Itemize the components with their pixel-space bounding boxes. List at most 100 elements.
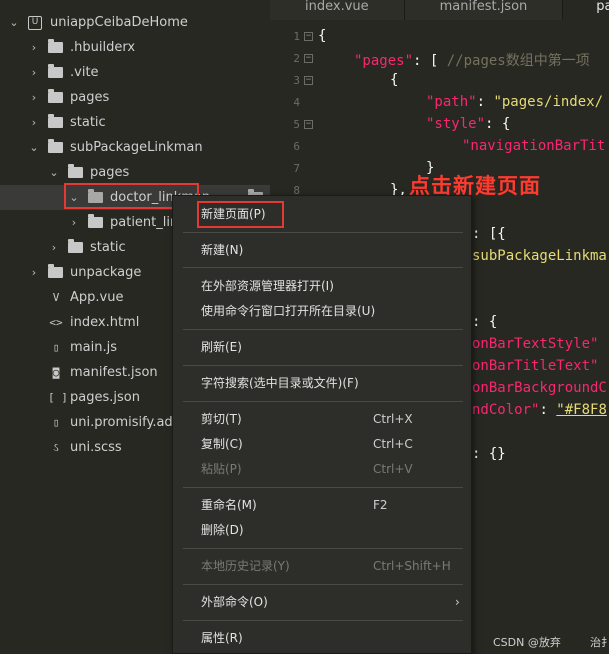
menu-separator — [183, 548, 463, 549]
line-number: 6 — [293, 140, 300, 153]
menu-item-label: 新建(N) — [201, 243, 244, 257]
tree-label: static — [70, 115, 106, 130]
code-fragment: onBarTextStyle" — [472, 336, 599, 352]
menu-item-open-terminal[interactable]: 使用命令行窗口打开所在目录(U) — [173, 300, 473, 322]
chevron-right-icon[interactable]: › — [28, 41, 40, 54]
menu-item-label: 复制(C) — [201, 437, 243, 451]
menu-item-label: 剪切(T) — [201, 412, 242, 426]
menu-separator — [183, 401, 463, 402]
code-fragment: : { — [472, 314, 498, 330]
tree-label: pages.json — [70, 390, 140, 405]
tree-label: subPackageLinkman — [70, 140, 203, 155]
editor-tabs: index.vue manifest.json page — [270, 0, 609, 20]
tree-label: manifest.json — [70, 365, 158, 380]
menu-item-paste[interactable]: 粘贴(P) Ctrl+V — [173, 458, 473, 480]
chevron-right-icon[interactable]: › — [28, 266, 40, 279]
chevron-right-icon[interactable]: › — [28, 91, 40, 104]
chevron-right-icon[interactable]: › — [68, 216, 80, 229]
chevron-right-icon[interactable]: › — [28, 66, 40, 79]
menu-item-label: 属性(R) — [201, 631, 243, 645]
code-line: "path": "pages/index/ — [426, 94, 604, 110]
fold-icon[interactable]: − — [304, 32, 313, 41]
tree-project-root[interactable]: ⌄ U uniappCeibaDeHome — [0, 10, 270, 35]
folder-icon — [48, 138, 64, 155]
tree-label: .vite — [70, 65, 99, 80]
tree-label: pages — [90, 165, 130, 180]
code-fragment: subPackageLinkma — [472, 248, 607, 264]
menu-item-label: 刷新(E) — [201, 340, 242, 354]
tree-item-static[interactable]: › static — [0, 110, 270, 135]
tree-item-vite[interactable]: › .vite — [0, 60, 270, 85]
menu-item-local-history[interactable]: 本地历史记录(Y) Ctrl+Shift+H — [173, 555, 473, 577]
folder-icon — [48, 88, 64, 105]
fold-icon[interactable]: − — [304, 54, 313, 63]
menu-item-label: 粘贴(P) — [201, 462, 242, 476]
menu-item-delete[interactable]: 删除(D) — [173, 519, 473, 541]
context-menu: 新建页面(P) 新建(N) 在外部资源管理器打开(I) 使用命令行窗口打开所在目… — [172, 195, 472, 654]
chevron-right-icon[interactable]: › — [28, 116, 40, 129]
code-line: "navigationBarTit — [462, 138, 606, 154]
menu-separator — [183, 584, 463, 585]
fold-icon[interactable]: − — [304, 76, 313, 85]
scss-file-icon: ઽ — [53, 440, 59, 454]
folder-icon — [48, 263, 64, 280]
chevron-down-icon[interactable]: ⌄ — [48, 166, 60, 179]
line-number: 4 — [293, 96, 300, 109]
tree-label: index.html — [70, 315, 140, 330]
code-fragment: ndColor": "#F8F8 — [472, 402, 607, 418]
tree-label: uni.scss — [70, 440, 122, 455]
menu-item-cut[interactable]: 剪切(T) Ctrl+X — [173, 408, 473, 430]
watermark: CSDN @放弃 — [493, 636, 561, 649]
menu-item-shortcut: Ctrl+X — [373, 412, 413, 426]
menu-item-shortcut: Ctrl+V — [373, 462, 413, 476]
highlight-box — [197, 201, 284, 228]
tree-label: unpackage — [70, 265, 142, 280]
menu-item-rename[interactable]: 重命名(M) F2 — [173, 494, 473, 516]
menu-separator — [183, 620, 463, 621]
json-file-icon: [ ] — [48, 390, 68, 404]
menu-item-open-in-explorer[interactable]: 在外部资源管理器打开(I) — [173, 275, 473, 297]
code-line: "pages": [ //pages数组中第一项 — [354, 53, 590, 69]
line-number: 3 — [293, 74, 300, 87]
vue-file-icon: V — [52, 290, 60, 304]
menu-separator — [183, 365, 463, 366]
line-number: 7 — [293, 162, 300, 175]
menu-item-external-command[interactable]: 外部命令(O) › — [173, 591, 473, 613]
tree-label: uniappCeibaDeHome — [50, 15, 188, 30]
chevron-right-icon[interactable]: › — [48, 241, 60, 254]
tab-manifest-json[interactable]: manifest.json — [404, 0, 564, 20]
project-icon: U — [28, 15, 44, 30]
menu-item-label: 本地历史记录(Y) — [201, 559, 290, 573]
menu-item-refresh[interactable]: 刷新(E) — [173, 336, 473, 358]
menu-item-label: 字符搜索(选中目录或文件)(F) — [201, 376, 359, 390]
watermark: 治扌 — [590, 636, 609, 649]
tree-label: main.js — [70, 340, 117, 355]
menu-item-label: 在外部资源管理器打开(I) — [201, 279, 334, 293]
menu-separator — [183, 329, 463, 330]
code-line: "style": { — [426, 116, 511, 132]
menu-item-shortcut: F2 — [373, 498, 388, 512]
menu-item-copy[interactable]: 复制(C) Ctrl+C — [173, 433, 473, 455]
menu-item-properties[interactable]: 属性(R) — [173, 627, 473, 649]
tree-item-sub-pages[interactable]: ⌄ pages — [0, 160, 270, 185]
folder-icon — [88, 213, 104, 230]
chevron-right-icon: › — [455, 595, 460, 609]
tree-label: .hbuilderx — [70, 40, 136, 55]
menu-item-shortcut: Ctrl+Shift+H — [373, 559, 451, 573]
fold-icon[interactable]: − — [304, 120, 313, 129]
tree-item-subpackagelinkman[interactable]: ⌄ subPackageLinkman — [0, 135, 270, 160]
line-number: 1 — [293, 30, 300, 43]
chevron-down-icon[interactable]: ⌄ — [28, 141, 40, 154]
menu-item-new[interactable]: 新建(N) — [173, 239, 473, 261]
tree-item-hbuilderx[interactable]: › .hbuilderx — [0, 35, 270, 60]
tab-index-vue[interactable]: index.vue — [270, 0, 405, 20]
line-number: 2 — [293, 52, 300, 65]
tree-item-pages[interactable]: › pages — [0, 85, 270, 110]
code-fragment: onBarTitleText" — [472, 358, 599, 374]
js-file-icon: ▯ — [52, 415, 60, 429]
code-line: { — [318, 28, 327, 44]
tab-pages-json[interactable]: page — [563, 0, 609, 20]
folder-icon — [68, 163, 84, 180]
menu-item-text-search[interactable]: 字符搜索(选中目录或文件)(F) — [173, 372, 473, 394]
chevron-down-icon[interactable]: ⌄ — [8, 16, 20, 29]
